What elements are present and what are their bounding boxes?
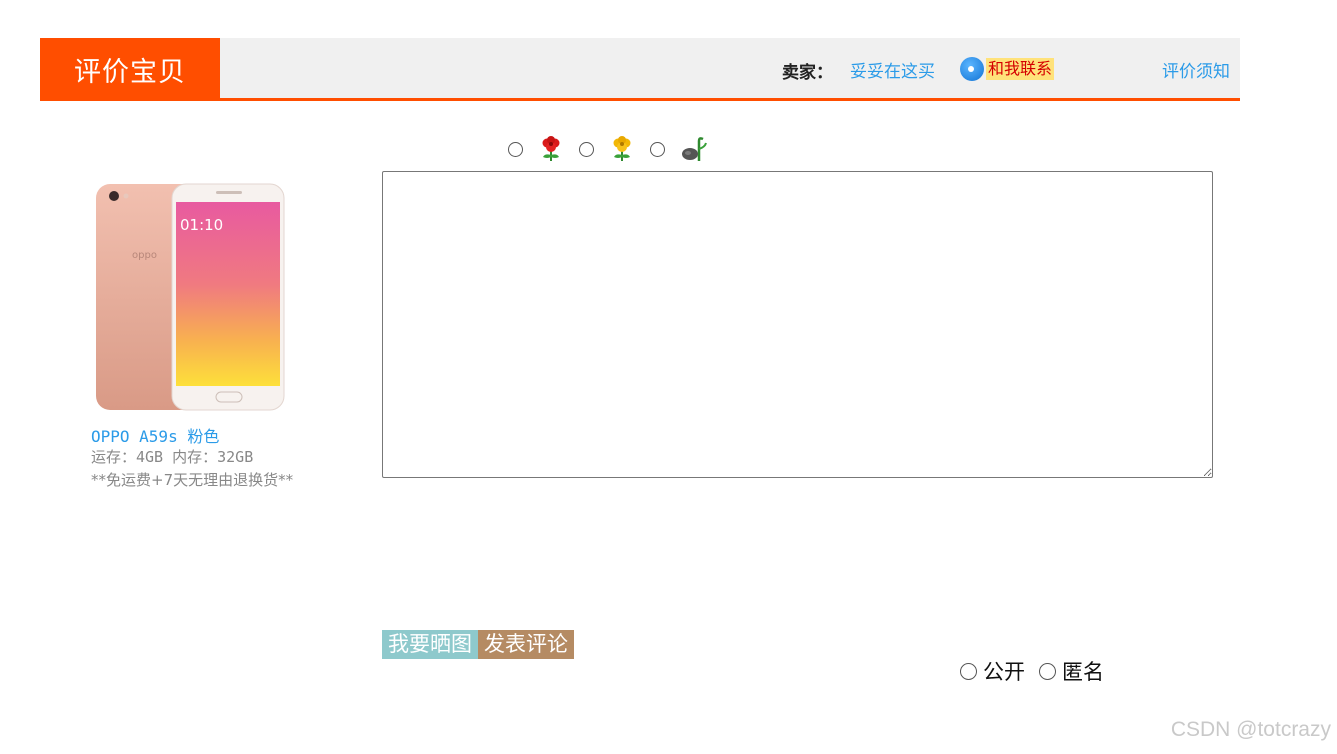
public-label: 公开 [983,660,1025,684]
privacy-options: 公开 匿名 [960,656,1118,686]
review-rules-link[interactable]: 评价须知 [1162,57,1230,82]
rating-option-medium[interactable] [579,135,636,163]
upload-photo-button[interactable]: 我要晒图 [382,630,478,659]
contact-seller-button[interactable]: 和我联系 [960,57,1055,81]
header-bar: 评价宝贝 卖家： 妥妥在这买 和我联系 评价须知 [40,38,1240,101]
product-name[interactable]: OPPO A59s 粉色 [91,423,219,447]
anonymous-label: 匿名 [1062,660,1104,684]
privacy-option-public[interactable]: 公开 [960,656,1025,686]
rating-medium-radio[interactable] [579,141,594,157]
yellow-flower-icon [613,136,631,161]
red-flower-icon [542,136,560,161]
rating-good-radio[interactable] [508,141,523,157]
rating-option-bad[interactable] [650,135,707,163]
contact-seller-label: 和我联系 [986,58,1055,80]
wilted-flower-icon [682,137,707,161]
product-spec: 运存：4GB 内存：32GB [91,448,254,466]
anonymous-radio[interactable] [1039,662,1056,680]
page-title: 评价宝贝 [40,38,220,101]
svg-text:oppo: oppo [132,250,157,261]
comment-textarea[interactable] [382,171,1213,478]
seller-name-link[interactable]: 妥妥在这买 [850,57,935,82]
svg-text:01:10: 01:10 [180,216,223,234]
product-promo: **免运费+7天无理由退换货** [91,471,294,489]
rating-bad-radio[interactable] [650,141,665,157]
qq-chat-icon [960,57,984,81]
rating-option-good[interactable] [508,135,565,163]
privacy-option-anonymous[interactable]: 匿名 [1039,656,1104,686]
watermark: CSDN @totcrazy [1170,718,1331,741]
submit-review-button[interactable]: 发表评论 [478,630,574,659]
rating-options [508,133,721,165]
seller-label: 卖家： [782,63,833,83]
product-phone-image: oppo 01:10 [96,183,285,411]
public-radio[interactable] [960,662,977,680]
